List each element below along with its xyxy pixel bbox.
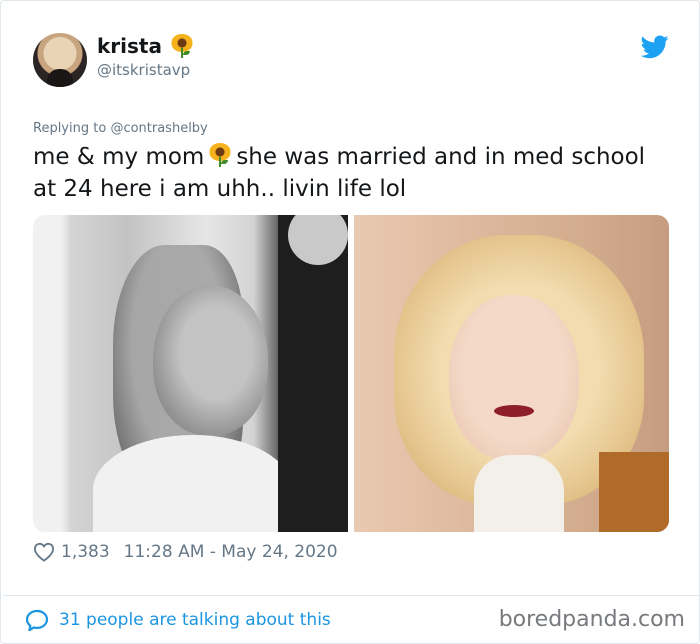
talking-label: 31 people are talking about this — [59, 610, 331, 630]
tweet-card: krista @itskristavp Replying to @contras… — [0, 0, 700, 644]
talking-link[interactable]: 31 people are talking about this — [25, 609, 331, 631]
author-name[interactable]: krista — [97, 34, 162, 58]
watermark: boredpanda.com — [498, 607, 685, 632]
photo-mom[interactable] — [33, 215, 348, 532]
heart-icon[interactable] — [33, 542, 55, 562]
author-name-row: krista — [97, 34, 194, 58]
avatar[interactable] — [33, 33, 87, 87]
twitter-bird-icon[interactable] — [641, 35, 669, 59]
tweet-text: me & my mom she was married and in med sc… — [33, 141, 673, 205]
replying-prefix: Replying to — [33, 121, 107, 136]
tweet-meta: 1,383 11:28 AM - May 24, 2020 — [33, 542, 338, 562]
tweet-text-part1: me & my mom — [33, 144, 205, 170]
replying-to-link[interactable]: @contrashelby — [110, 121, 207, 136]
photo-krista[interactable] — [354, 215, 669, 532]
like-count[interactable]: 1,383 — [61, 542, 110, 562]
timestamp[interactable]: 11:28 AM - May 24, 2020 — [124, 542, 338, 562]
divider — [3, 595, 699, 596]
author-handle[interactable]: @itskristavp — [97, 61, 190, 79]
sunflower-icon — [208, 143, 232, 167]
sunflower-icon — [170, 34, 194, 58]
speech-bubble-icon — [25, 609, 49, 631]
replying-to: Replying to @contrashelby — [33, 121, 208, 136]
tweet-media — [33, 215, 669, 532]
